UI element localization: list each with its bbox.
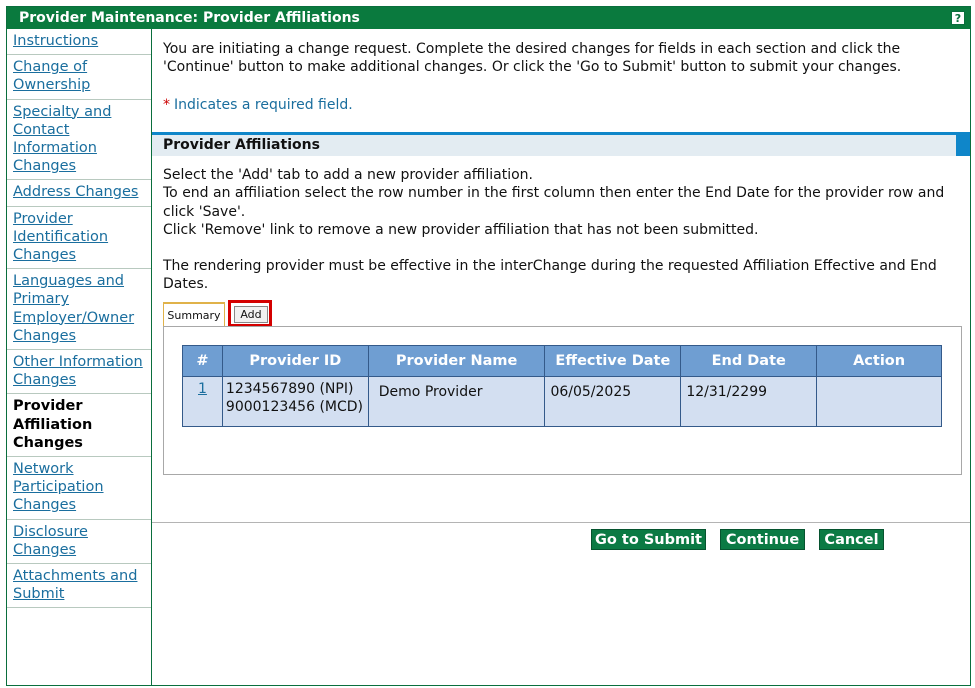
provider-id-mcd: 9000123456 (MCD) bbox=[225, 399, 364, 415]
sidebar-item-label[interactable]: Attachments and Submit bbox=[13, 568, 137, 602]
sidebar-item-languages-employer[interactable]: Languages and Primary Employer/Owner Cha… bbox=[7, 269, 151, 351]
column-header-provider-id: Provider ID bbox=[221, 345, 369, 377]
row-number-link[interactable]: 1 bbox=[198, 381, 207, 397]
intro-text: You are initiating a change request. Com… bbox=[163, 41, 902, 75]
column-header-end-date: End Date bbox=[680, 345, 818, 377]
provider-name-cell: Demo Provider bbox=[367, 376, 546, 427]
divider bbox=[152, 522, 970, 523]
sidebar-item-provider-identification[interactable]: Provider Identification Changes bbox=[7, 207, 151, 270]
section-title: Provider Affiliations bbox=[152, 135, 956, 156]
cancel-button[interactable]: Cancel bbox=[819, 529, 884, 550]
sidebar-nav: Instructions Change of Ownership Special… bbox=[7, 29, 152, 685]
help-icon[interactable]: ? bbox=[951, 11, 965, 25]
tab-add-highlight[interactable]: Add bbox=[228, 300, 272, 327]
instruction-line: Select the 'Add' tab to add a new provid… bbox=[163, 167, 533, 183]
tab-add[interactable]: Add bbox=[234, 306, 268, 323]
instruction-line: Click 'Remove' link to remove a new prov… bbox=[163, 221, 759, 238]
sidebar-item-attachments-submit[interactable]: Attachments and Submit bbox=[7, 564, 151, 609]
end-date-cell: 12/31/2299 bbox=[680, 376, 818, 427]
summary-panel: # Provider ID Provider Name Effective Da… bbox=[163, 326, 962, 475]
table-header-row: # Provider ID Provider Name Effective Da… bbox=[182, 345, 942, 377]
sidebar-item-label: Provider Affiliation Changes bbox=[13, 398, 93, 451]
sidebar-item-specialty-contact[interactable]: Specialty and Contact Information Change… bbox=[7, 100, 151, 181]
sidebar-item-label[interactable]: Provider Identification Changes bbox=[13, 211, 108, 263]
sidebar-item-label[interactable]: Change of Ownership bbox=[13, 59, 90, 93]
tab-summary[interactable]: Summary bbox=[163, 302, 225, 326]
sidebar-item-disclosure[interactable]: Disclosure Changes bbox=[7, 520, 151, 565]
sidebar-item-instructions[interactable]: Instructions bbox=[7, 29, 151, 56]
column-header-num: # bbox=[182, 345, 223, 377]
action-cell bbox=[816, 376, 942, 427]
app-window: Provider Maintenance: Provider Affiliati… bbox=[6, 6, 971, 686]
table-row: 1 1234567890 (NPI) 9000123456 (MCD) Demo… bbox=[182, 376, 942, 427]
sidebar-item-change-of-ownership[interactable]: Change of Ownership bbox=[7, 55, 151, 100]
sidebar-item-label[interactable]: Other Information Changes bbox=[13, 354, 143, 388]
affiliations-table: # Provider ID Provider Name Effective Da… bbox=[182, 345, 942, 427]
column-header-effective-date: Effective Date bbox=[544, 345, 682, 377]
go-to-submit-button[interactable]: Go to Submit bbox=[591, 529, 706, 550]
main-content: You are initiating a change request. Com… bbox=[152, 29, 970, 685]
sidebar-item-label[interactable]: Disclosure Changes bbox=[13, 524, 88, 558]
continue-button[interactable]: Continue bbox=[720, 529, 805, 550]
sidebar-item-provider-affiliation: Provider Affiliation Changes bbox=[7, 394, 151, 458]
window-title: Provider Maintenance: Provider Affiliati… bbox=[19, 10, 360, 26]
sidebar-item-label[interactable]: Network Participation Changes bbox=[13, 461, 104, 513]
sidebar-item-label[interactable]: Instructions bbox=[13, 33, 98, 49]
sidebar-item-other-information[interactable]: Other Information Changes bbox=[7, 350, 151, 395]
sidebar-item-label[interactable]: Languages and Primary Employer/Owner Cha… bbox=[13, 273, 134, 344]
title-bar: Provider Maintenance: Provider Affiliati… bbox=[7, 7, 970, 29]
section-instructions: Select the 'Add' tab to add a new provid… bbox=[163, 166, 963, 294]
instruction-line: The rendering provider must be effective… bbox=[163, 258, 937, 293]
instruction-line: To end an affiliation select the row num… bbox=[163, 185, 945, 220]
column-header-provider-name: Provider Name bbox=[367, 345, 546, 377]
effective-date-cell: 06/05/2025 bbox=[544, 376, 682, 427]
column-header-action: Action bbox=[816, 345, 942, 377]
required-note: * Indicates a required field. bbox=[163, 97, 353, 113]
sidebar-item-network-participation[interactable]: Network Participation Changes bbox=[7, 457, 151, 520]
provider-id-npi: 1234567890 (NPI) bbox=[225, 381, 354, 397]
provider-id-cell: 1234567890 (NPI) 9000123456 (MCD) bbox=[221, 376, 369, 427]
sidebar-item-label[interactable]: Address Changes bbox=[13, 184, 138, 200]
section-header: Provider Affiliations bbox=[152, 132, 970, 156]
required-note-text: Indicates a required field. bbox=[174, 97, 353, 113]
sidebar-item-label[interactable]: Specialty and Contact Information Change… bbox=[13, 104, 111, 175]
row-number-cell: 1 bbox=[182, 376, 223, 427]
sidebar-item-address-changes[interactable]: Address Changes bbox=[7, 180, 151, 207]
required-star: * bbox=[163, 97, 170, 113]
